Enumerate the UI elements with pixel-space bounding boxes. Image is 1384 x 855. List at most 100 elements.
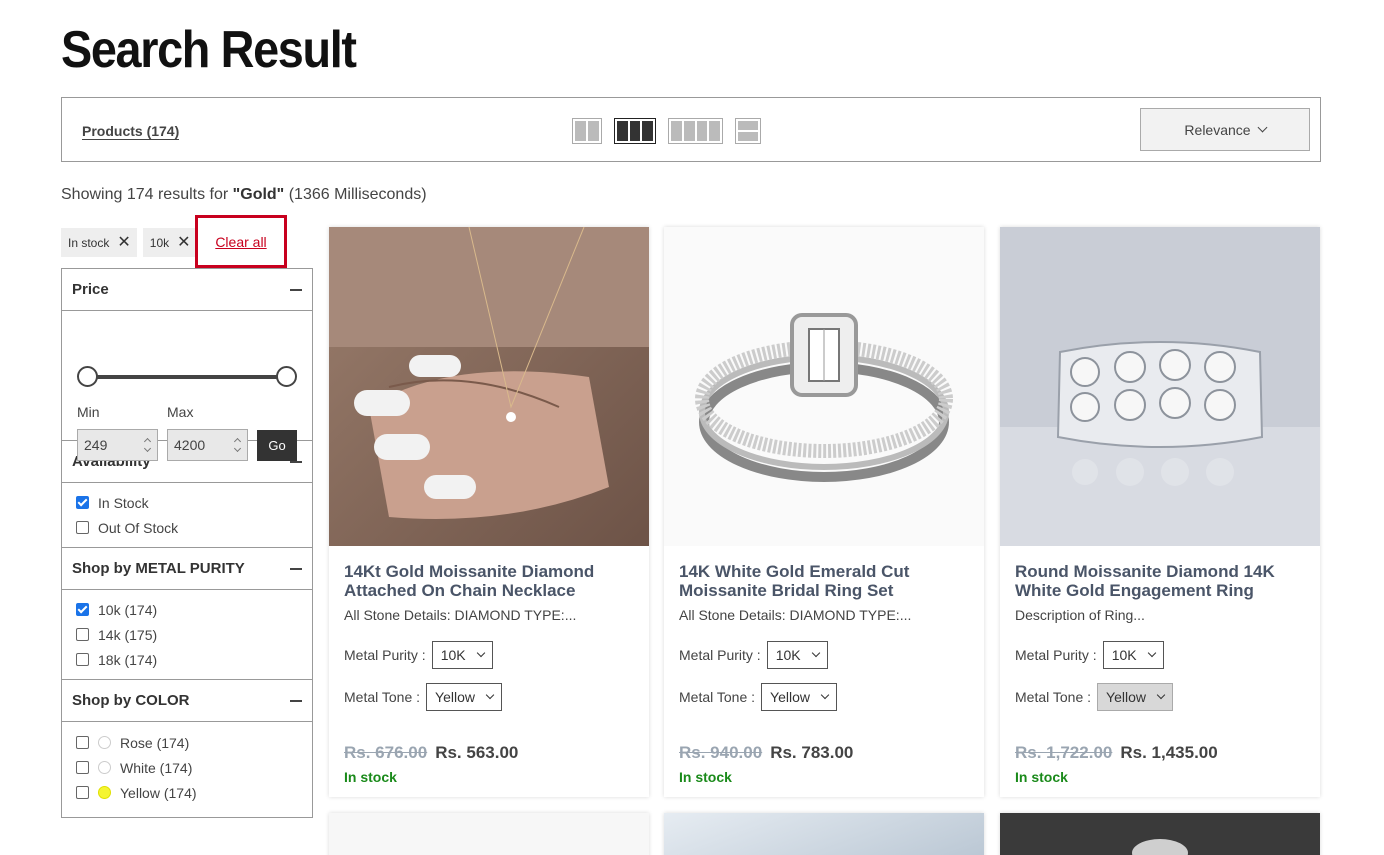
option-label: 10k (174) (98, 601, 158, 618)
metal-tone-select[interactable]: Yellow (426, 683, 502, 711)
collapse-icon[interactable] (290, 567, 302, 570)
filter-header-price[interactable]: Price (62, 269, 312, 311)
chevron-down-icon (1147, 648, 1156, 658)
option-label: Yellow (174) (120, 784, 197, 801)
checkbox-checked-icon[interactable] (76, 603, 89, 616)
metal-purity-select[interactable]: 10K (1102, 641, 1164, 669)
filter-option-rose[interactable]: Rose (174) (76, 730, 298, 755)
filter-option-in-stock[interactable]: In Stock (76, 490, 298, 515)
checkbox-checked-icon[interactable] (76, 496, 89, 509)
option-label: 14k (175) (98, 626, 158, 643)
checkbox-icon[interactable] (76, 653, 89, 666)
option-label: 18k (174) (98, 651, 158, 668)
filter-option-yellow[interactable]: Yellow (174) (76, 780, 298, 805)
list-view-button[interactable] (735, 118, 761, 144)
sale-price: Rs. 783.00 (770, 743, 854, 762)
product-image[interactable] (1000, 227, 1320, 546)
product-title[interactable]: 14Kt Gold Moissanite Diamond Attached On… (344, 562, 634, 600)
product-card: 14Kt Gold Moissanite Diamond Attached On… (329, 227, 649, 797)
product-description: All Stone Details: DIAMOND TYPE:... (679, 607, 912, 623)
results-toolbar: Products (174) Relevance (61, 97, 1321, 162)
checkbox-icon[interactable] (76, 521, 89, 534)
metal-tone-label: Metal Tone : (1015, 689, 1092, 705)
metal-purity-label: Metal Purity : (344, 647, 426, 663)
list-row-icon (738, 121, 758, 130)
stock-status: In stock (1015, 769, 1068, 785)
filter-option-white[interactable]: White (174) (76, 755, 298, 780)
product-title[interactable]: 14K White Gold Emerald Cut Moissanite Br… (679, 562, 969, 600)
color-swatch-icon (98, 761, 111, 774)
chevron-down-icon (1257, 122, 1268, 133)
filter-option-10k[interactable]: 10k (174) (76, 597, 298, 622)
original-price: Rs. 1,722.00 (1015, 743, 1113, 762)
products-count-link[interactable]: Products (174) (82, 123, 180, 140)
checkbox-icon[interactable] (76, 736, 89, 749)
price-slider-min-handle[interactable] (77, 366, 98, 387)
availability-filter: In Stock Out Of Stock (62, 483, 312, 548)
active-filters: In stock ✕ 10k ✕ (61, 228, 197, 257)
grid-cell-icon (575, 121, 586, 141)
checkbox-icon[interactable] (76, 628, 89, 641)
min-price-input[interactable]: 249 (77, 429, 158, 461)
metal-tone-select[interactable]: Yellow (761, 683, 837, 711)
product-image[interactable] (329, 227, 649, 546)
metal-tone-select[interactable]: Yellow (1097, 683, 1173, 711)
min-label: Min (77, 404, 100, 420)
clear-all-link[interactable]: Clear all (215, 234, 266, 250)
original-price: Rs. 940.00 (679, 743, 763, 762)
grid-cell-icon (696, 121, 708, 141)
product-card-partial[interactable] (664, 813, 984, 855)
product-card-partial[interactable] (329, 813, 649, 855)
chip-label: In stock (68, 235, 110, 250)
option-label: White (174) (120, 759, 193, 776)
chip-label: 10k (149, 235, 170, 250)
select-value: 10K (440, 647, 466, 663)
filter-option-14k[interactable]: 14k (175) (76, 622, 298, 647)
view-switcher (572, 118, 761, 144)
clear-all-highlight: Clear all (195, 215, 287, 268)
results-summary: Showing 174 results for "Gold" (1366 Mil… (61, 186, 427, 204)
product-title[interactable]: Round Moissanite Diamond 14K White Gold … (1015, 562, 1305, 600)
product-description: All Stone Details: DIAMOND TYPE:... (344, 607, 577, 623)
grid-2-view-button[interactable] (572, 118, 602, 144)
grid-cell-icon (588, 121, 599, 141)
close-icon[interactable]: ✕ (177, 234, 190, 251)
metal-purity-select[interactable]: 10K (431, 641, 493, 669)
price-slider-track[interactable] (88, 375, 288, 379)
chevron-down-icon (1156, 690, 1166, 700)
grid-3-view-button[interactable] (614, 118, 656, 144)
color-filter: Rose (174) White (174) Yellow (174) (62, 722, 312, 817)
collapse-icon[interactable] (290, 288, 302, 291)
stepper-icon[interactable] (143, 437, 151, 453)
sort-dropdown[interactable]: Relevance (1140, 108, 1310, 151)
product-description: Description of Ring... (1015, 607, 1145, 623)
max-price-input[interactable]: 4200 (167, 429, 248, 461)
product-image[interactable] (664, 227, 984, 546)
product-card-partial[interactable] (1000, 813, 1320, 855)
price-slider-max-handle[interactable] (276, 366, 297, 387)
filter-header-metal-purity[interactable]: Shop by METAL PURITY (62, 548, 312, 590)
sale-price: Rs. 1,435.00 (1120, 743, 1218, 762)
select-value: 10K (775, 647, 801, 663)
stepper-icon[interactable] (233, 437, 241, 453)
checkbox-icon[interactable] (76, 761, 89, 774)
collapse-icon[interactable] (290, 699, 302, 702)
color-swatch-icon (98, 736, 111, 749)
filter-header-color[interactable]: Shop by COLOR (62, 680, 312, 722)
metal-purity-filter: 10k (174) 14k (175) 18k (174) (62, 590, 312, 680)
max-price-value: 4200 (174, 437, 206, 453)
close-icon[interactable]: ✕ (117, 234, 130, 251)
max-label: Max (167, 404, 194, 420)
metal-purity-select[interactable]: 10K (766, 641, 828, 669)
filter-title: Shop by COLOR (72, 692, 190, 709)
checkbox-icon[interactable] (76, 786, 89, 799)
filter-option-18k[interactable]: 18k (174) (76, 647, 298, 672)
chevron-down-icon (485, 690, 495, 700)
sort-label: Relevance (1184, 121, 1251, 138)
grid-4-view-button[interactable] (668, 118, 723, 144)
min-price-value: 249 (84, 437, 108, 453)
price-filter: Min Max 249 4200 Go (62, 311, 312, 461)
filter-option-out-of-stock[interactable]: Out Of Stock (76, 515, 298, 540)
price-go-button[interactable]: Go (257, 430, 297, 461)
filter-chip-in-stock: In stock ✕ (61, 228, 137, 257)
